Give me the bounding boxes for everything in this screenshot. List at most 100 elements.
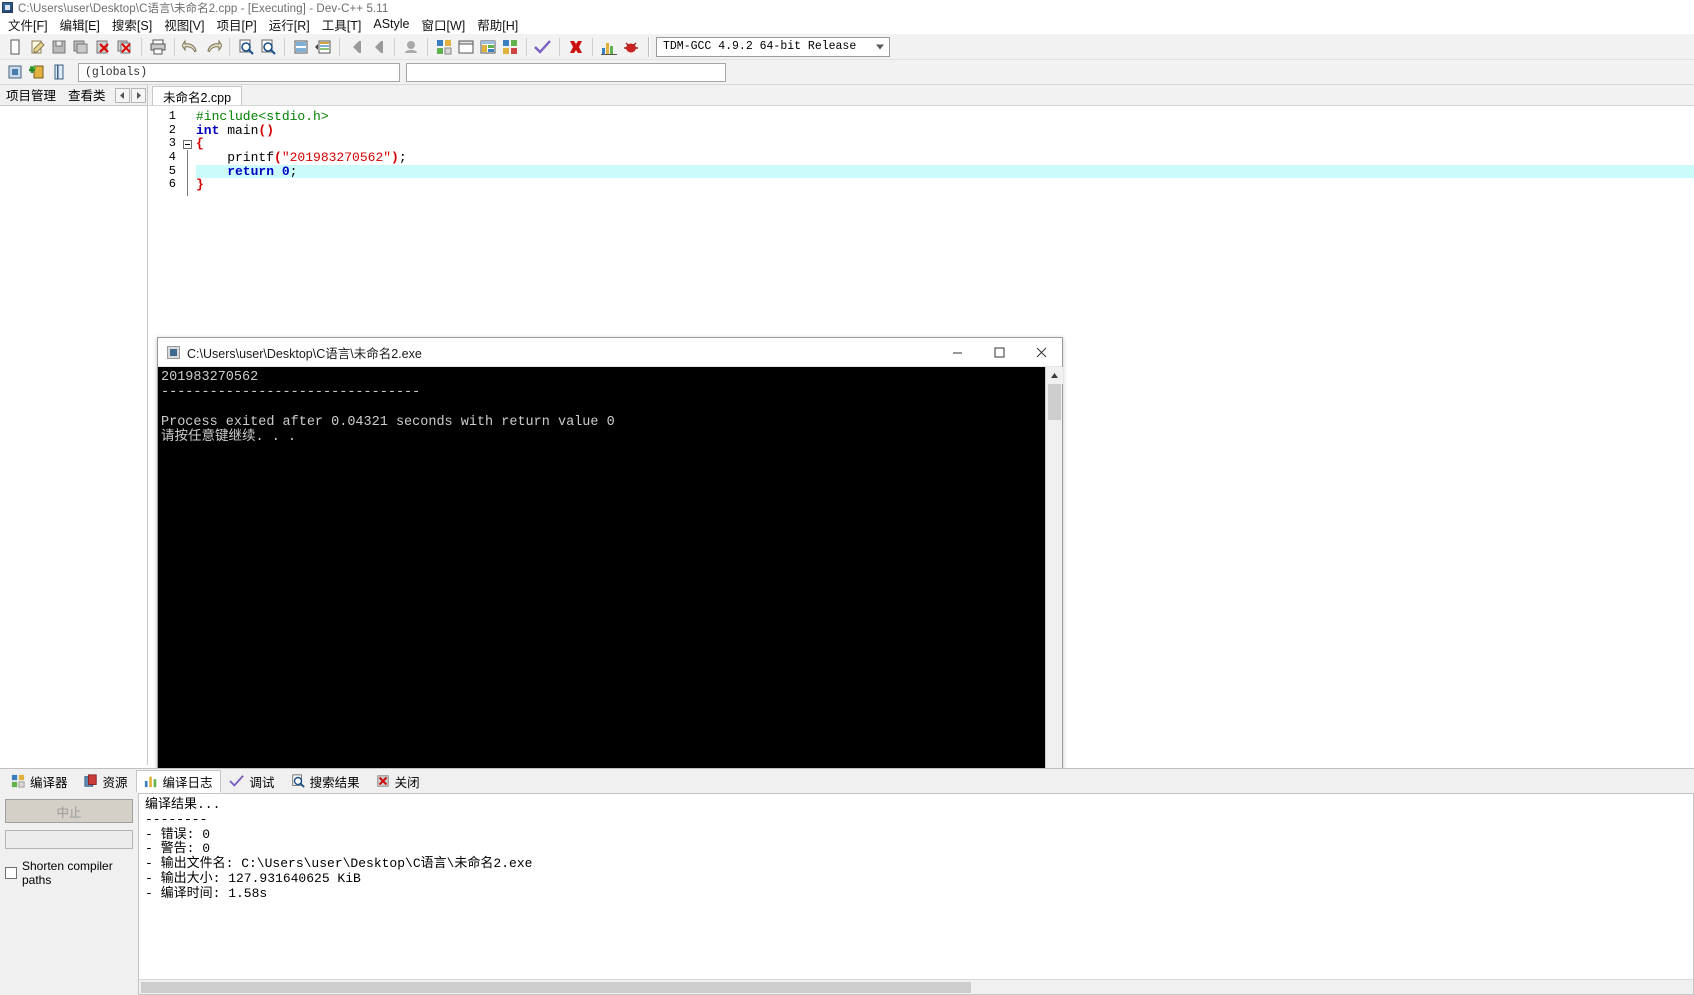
stop-execution-icon[interactable]	[565, 36, 587, 58]
tab-compiler[interactable]: 编译器	[3, 770, 76, 793]
code-line-4: printf("201983270562");	[196, 151, 1694, 165]
run-icon[interactable]	[455, 36, 477, 58]
tab-project-manager[interactable]: 项目管理	[0, 83, 62, 107]
main-toolbar: TDM-GCC 4.9.2 64-bit Release	[0, 34, 1694, 60]
menu-window[interactable]: 窗口[W]	[416, 14, 472, 36]
tab-compile-log-label: 编译日志	[162, 775, 213, 790]
forward-icon[interactable]	[367, 36, 389, 58]
replace-icon[interactable]	[257, 36, 279, 58]
scroll-up-arrow-icon[interactable]	[1045, 367, 1063, 384]
syntax-check-icon[interactable]	[532, 36, 554, 58]
menu-project[interactable]: 项目[P]	[210, 14, 262, 36]
left-panel-tabs: 项目管理 查看类	[0, 85, 147, 105]
save-all-icon[interactable]	[70, 36, 92, 58]
code-token: }	[196, 177, 204, 193]
resource-icon	[83, 774, 98, 788]
code-token: ;	[398, 150, 407, 166]
console-titlebar[interactable]: C:\Users\user\Desktop\C语言\未命名2.exe	[158, 338, 1062, 367]
tab-close[interactable]: 关闭	[368, 770, 428, 793]
editor-tab-file[interactable]: 未命名2.cpp	[152, 86, 243, 105]
toolbar-separator	[648, 36, 650, 57]
close-button[interactable]	[1020, 338, 1062, 367]
fold-guide-line	[187, 150, 188, 196]
compile-icon[interactable]	[433, 36, 455, 58]
console-line-5: 请按任意键继续. . .	[161, 430, 297, 445]
debug-icon[interactable]	[620, 36, 642, 58]
compile-run-icon[interactable]	[477, 36, 499, 58]
goto-line-icon[interactable]	[290, 36, 312, 58]
toolbar-separator	[141, 37, 142, 56]
tab-debug[interactable]: 调试	[221, 770, 283, 793]
search-results-icon	[291, 774, 305, 788]
print-icon[interactable]	[147, 36, 169, 58]
find-icon[interactable]	[235, 36, 257, 58]
scrollbar-thumb[interactable]	[1047, 384, 1061, 420]
compile-log-icon	[144, 774, 158, 788]
shorten-paths-checkbox[interactable]	[5, 867, 17, 879]
secondary-toolbar: (globals)	[0, 60, 1694, 85]
tab-debug-label: 调试	[249, 775, 275, 790]
debug-check-icon	[228, 774, 245, 788]
open-file-icon[interactable]	[26, 36, 48, 58]
log-line-7: - 编译时间: 1.58s	[145, 885, 268, 901]
console-window[interactable]: C:\Users\user\Desktop\C语言\未命名2.exe 20198…	[157, 337, 1063, 812]
code-token: )	[391, 150, 399, 166]
new-file-icon[interactable]	[4, 36, 26, 58]
menu-astyle[interactable]: AStyle	[367, 16, 415, 33]
tab-close-label: 关闭	[394, 775, 420, 790]
book-icon[interactable]	[48, 61, 70, 83]
console-body[interactable]: 201983270562 ---------------------------…	[158, 367, 1063, 811]
menu-search[interactable]: 搜索[S]	[106, 14, 158, 36]
minimize-button[interactable]	[936, 338, 978, 367]
close-file-icon[interactable]	[92, 36, 114, 58]
log-line-3: - 错误: 0	[145, 826, 211, 842]
left-panel-nav	[114, 87, 147, 103]
console-app-icon	[167, 345, 180, 359]
profiling-icon[interactable]	[598, 36, 620, 58]
console-scrollbar[interactable]	[1045, 367, 1063, 811]
abort-button[interactable]: 中止	[5, 799, 133, 823]
menu-tools[interactable]: 工具[T]	[316, 14, 368, 36]
code-token: ()	[258, 122, 275, 138]
menu-run[interactable]: 运行[R]	[263, 14, 316, 36]
code-content: #include<stdio.h> int main() { printf("2…	[196, 110, 1694, 192]
nav-prev-button[interactable]	[114, 87, 130, 103]
line-number: 2	[168, 122, 176, 137]
tab-compile-log[interactable]: 编译日志	[135, 769, 221, 793]
maximize-button[interactable]	[978, 338, 1020, 367]
indent-icon[interactable]	[312, 36, 334, 58]
save-file-icon[interactable]	[48, 36, 70, 58]
fold-collapse-icon[interactable]	[183, 140, 192, 149]
nav-next-button[interactable]	[130, 87, 146, 103]
member-select[interactable]	[406, 62, 726, 82]
log-horizontal-scrollbar[interactable]	[139, 979, 1693, 994]
tab-resource-label: 资源	[102, 775, 128, 790]
back-icon[interactable]	[345, 36, 367, 58]
tab-search-results[interactable]: 搜索结果	[283, 770, 368, 793]
compiler-select-value: TDM-GCC 4.9.2 64-bit Release	[663, 40, 857, 53]
project-browser-icon[interactable]	[4, 61, 26, 83]
profile-icon[interactable]	[400, 36, 422, 58]
close-all-icon[interactable]	[114, 36, 136, 58]
add-class-icon[interactable]	[26, 61, 48, 83]
rebuild-icon[interactable]	[499, 36, 521, 58]
log-line-5: - 输出文件名: C:\Users\user\Desktop\C语言\未命名2.…	[145, 856, 533, 872]
tab-class-browser[interactable]: 查看类	[62, 83, 112, 107]
scope-select[interactable]: (globals)	[78, 62, 400, 82]
log-scrollbar-thumb[interactable]	[141, 981, 971, 993]
undo-icon[interactable]	[180, 36, 202, 58]
compiler-icon	[11, 774, 25, 788]
redo-icon[interactable]	[202, 36, 224, 58]
tab-resource[interactable]: 资源	[76, 770, 136, 793]
menu-view[interactable]: 视图[V]	[158, 14, 210, 36]
compile-log-output[interactable]: 编译结果... -------- - 错误: 0 - 警告: 0 - 输出文件名…	[138, 793, 1694, 995]
project-tree[interactable]	[0, 105, 147, 765]
code-token: "201983270562"	[281, 150, 392, 166]
menu-edit[interactable]: 编辑[E]	[54, 14, 106, 36]
compiler-select[interactable]: TDM-GCC 4.9.2 64-bit Release	[656, 36, 890, 57]
shorten-paths-row[interactable]: Shorten compiler paths	[5, 859, 133, 887]
menu-file[interactable]: 文件[F]	[2, 14, 54, 36]
menu-help[interactable]: 帮助[H]	[471, 14, 524, 36]
code-token: ;	[289, 163, 298, 179]
